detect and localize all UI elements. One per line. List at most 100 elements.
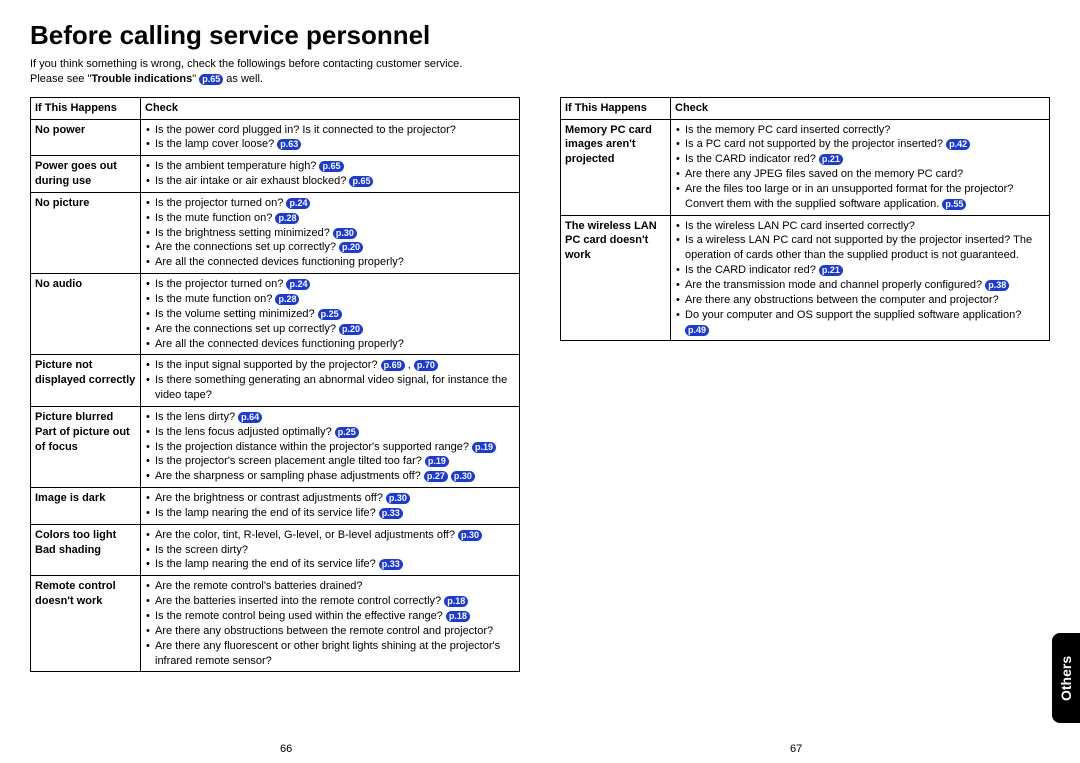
page-ref-icon: p.21 — [819, 265, 843, 276]
list-item: Is the lamp cover loose? p.63 — [145, 137, 515, 152]
troubleshoot-table-right: If This Happens Check Memory PC card ima… — [560, 97, 1050, 342]
list-item: Is the mute function on? p.28 — [145, 211, 515, 226]
page-ref-icon: p.21 — [819, 154, 843, 165]
check-list: Is the lens dirty? p.64Is the lens focus… — [145, 410, 515, 484]
list-item: Is the mute function on? p.28 — [145, 292, 515, 307]
page-ref-icon: p.25 — [318, 309, 342, 320]
section-tab-others: Others — [1052, 633, 1080, 723]
page-ref-icon: p.19 — [472, 442, 496, 453]
check-list: Are the brightness or contrast adjustmen… — [145, 491, 515, 521]
list-item: Are all the connected devices functionin… — [145, 255, 515, 270]
table-row: Power goes out during useIs the ambient … — [31, 156, 520, 193]
row-symptom: No audio — [31, 274, 141, 355]
page-ref-icon: p.18 — [446, 611, 470, 622]
list-item: Are the remote control's batteries drain… — [145, 579, 515, 594]
list-item: Is the CARD indicator red? p.21 — [675, 152, 1045, 167]
row-checks: Is the wireless LAN PC card inserted cor… — [671, 215, 1050, 341]
list-item: Is the wireless LAN PC card inserted cor… — [675, 219, 1045, 234]
page-ref-icon: p.24 — [286, 279, 310, 290]
page-ref-icon: p.63 — [277, 139, 301, 150]
right-column: If This Happens Check Memory PC card ima… — [560, 97, 1050, 342]
list-item: Is the ambient temperature high? p.65 — [145, 159, 515, 174]
page-ref-icon: p.33 — [379, 508, 403, 519]
check-list: Is the wireless LAN PC card inserted cor… — [675, 219, 1045, 338]
check-list: Is the projector turned on? p.24Is the m… — [145, 196, 515, 270]
table-row: Memory PC card images aren't projectedIs… — [561, 119, 1050, 215]
check-list: Is the ambient temperature high? p.65Is … — [145, 159, 515, 189]
list-item: Are all the connected devices functionin… — [145, 337, 515, 352]
col-header-check: Check — [141, 97, 520, 119]
list-item: Are the color, tint, R-level, G-level, o… — [145, 528, 515, 543]
list-item: Is the air intake or air exhaust blocked… — [145, 174, 515, 189]
row-checks: Is the memory PC card inserted correctly… — [671, 119, 1050, 215]
page-ref-icon: p.64 — [238, 412, 262, 423]
check-list: Is the input signal supported by the pro… — [145, 358, 515, 403]
table-row: The wireless LAN PC card doesn't workIs … — [561, 215, 1050, 341]
page-ref-icon: p.49 — [685, 325, 709, 336]
table-row: No power Is the power cord plugged in? Is… — [31, 119, 520, 156]
list-item: Is the lamp nearing the end of its servi… — [145, 557, 515, 572]
table-row: No pictureIs the projector turned on? p.… — [31, 192, 520, 273]
list-item: Are the batteries inserted into the remo… — [145, 594, 515, 609]
row-symptom: No picture — [31, 192, 141, 273]
list-item: Is the brightness setting minimized? p.3… — [145, 226, 515, 241]
list-item: Is the projector turned on? p.24 — [145, 277, 515, 292]
page-ref-icon: p.42 — [946, 139, 970, 150]
table-row: Picture blurred Part of picture out of f… — [31, 406, 520, 487]
row-checks: Is the input signal supported by the pro… — [141, 355, 520, 407]
list-item: Is the input signal supported by the pro… — [145, 358, 515, 373]
check-list: Are the remote control's batteries drain… — [145, 579, 515, 668]
row-checks: Are the brightness or contrast adjustmen… — [141, 488, 520, 525]
list-item: Do your computer and OS support the supp… — [675, 308, 1045, 338]
left-column: If This Happens Check No powerIs the pow… — [30, 97, 520, 673]
list-item: Is the lens dirty? p.64 — [145, 410, 515, 425]
table-row: Image is dark Are the brightness or contr… — [31, 488, 520, 525]
page-number-right: 67 — [790, 743, 802, 755]
page-ref-icon: p.65 — [319, 161, 343, 172]
page-ref-icon: p.27 — [424, 471, 448, 482]
list-item: Is the lens focus adjusted optimally? p.… — [145, 425, 515, 440]
list-item: Is the screen dirty? — [145, 543, 515, 558]
troubleshoot-table-left: If This Happens Check No powerIs the pow… — [30, 97, 520, 673]
row-checks: Are the remote control's batteries drain… — [141, 576, 520, 672]
list-item: Is there something generating an abnorma… — [145, 373, 515, 403]
list-item: Are the connections set up correctly? p.… — [145, 322, 515, 337]
page-ref-icon: p.25 — [335, 427, 359, 438]
page-ref-icon: p.70 — [414, 360, 438, 371]
table-row: Remote control doesn't workAre the remot… — [31, 576, 520, 672]
page-ref-icon: p.28 — [275, 213, 299, 224]
list-item: Is the CARD indicator red? p.21 — [675, 263, 1045, 278]
check-list: Is the memory PC card inserted correctly… — [675, 123, 1045, 212]
col-header-happens: If This Happens — [561, 97, 671, 119]
page-ref-icon: p.38 — [985, 280, 1009, 291]
intro-text: If you think something is wrong, check t… — [30, 57, 1050, 87]
list-item: Are the connections set up correctly? p.… — [145, 240, 515, 255]
row-symptom: Image is dark — [31, 488, 141, 525]
list-item: Is the memory PC card inserted correctly… — [675, 123, 1045, 138]
row-symptom: No power — [31, 119, 141, 156]
table-row: Picture not displayed correctly Is the in… — [31, 355, 520, 407]
page-number-left: 66 — [280, 743, 292, 755]
content-columns: If This Happens Check No power Is the pow… — [30, 97, 1050, 673]
list-item: Is the power cord plugged in? Is it conn… — [145, 123, 515, 138]
row-checks: Is the projector turned on? p.24Is the m… — [141, 274, 520, 355]
check-list: Is the power cord plugged in? Is it conn… — [145, 123, 515, 153]
list-item: Are the transmission mode and channel pr… — [675, 278, 1045, 293]
page-ref-icon: p.20 — [339, 324, 363, 335]
page-ref-icon: p.30 — [451, 471, 475, 482]
check-list: Are the color, tint, R-level, G-level, o… — [145, 528, 515, 573]
page-ref-icon: p.55 — [942, 199, 966, 210]
page-ref-icon: p.30 — [458, 530, 482, 541]
row-symptom: Colors too light Bad shading — [31, 524, 141, 576]
page-ref-icon: p.28 — [275, 294, 299, 305]
list-item: Is a PC card not supported by the projec… — [675, 137, 1045, 152]
page-ref-icon: p.30 — [386, 493, 410, 504]
row-symptom: Picture not displayed correctly — [31, 355, 141, 407]
list-item: Are the brightness or contrast adjustmen… — [145, 491, 515, 506]
check-list: Is the projector turned on? p.24Is the m… — [145, 277, 515, 351]
list-item: Is the projector's screen placement angl… — [145, 454, 515, 469]
page-ref-icon: p.24 — [286, 198, 310, 209]
list-item: Are the files too large or in an unsuppo… — [675, 182, 1045, 212]
list-item: Is the volume setting minimized? p.25 — [145, 307, 515, 322]
page-ref-icon: p.33 — [379, 559, 403, 570]
